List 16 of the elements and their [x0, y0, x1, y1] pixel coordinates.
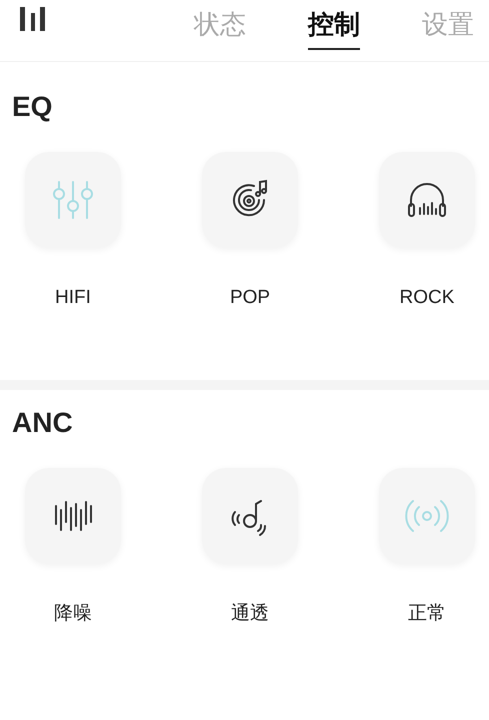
tab[interactable]: 状态 — [194, 0, 246, 50]
sliders-icon — [51, 178, 95, 222]
mode-label: 降噪 — [54, 602, 92, 626]
mode-label: 通透 — [231, 602, 269, 626]
mode-button[interactable] — [202, 468, 298, 564]
mode-label: HIFI — [55, 286, 91, 310]
mode-button[interactable] — [379, 152, 475, 248]
tab[interactable]: 设置 — [422, 0, 474, 50]
tab[interactable]: 控制 — [308, 0, 360, 50]
section-title: ANC — [11, 406, 74, 440]
mode-label: ROCK — [400, 286, 454, 310]
mode-button[interactable] — [202, 152, 298, 248]
mode-label: POP — [230, 286, 270, 310]
mode-button[interactable] — [25, 468, 121, 564]
section-title: EQ — [11, 90, 54, 124]
mode-label: 正常 — [408, 602, 446, 626]
